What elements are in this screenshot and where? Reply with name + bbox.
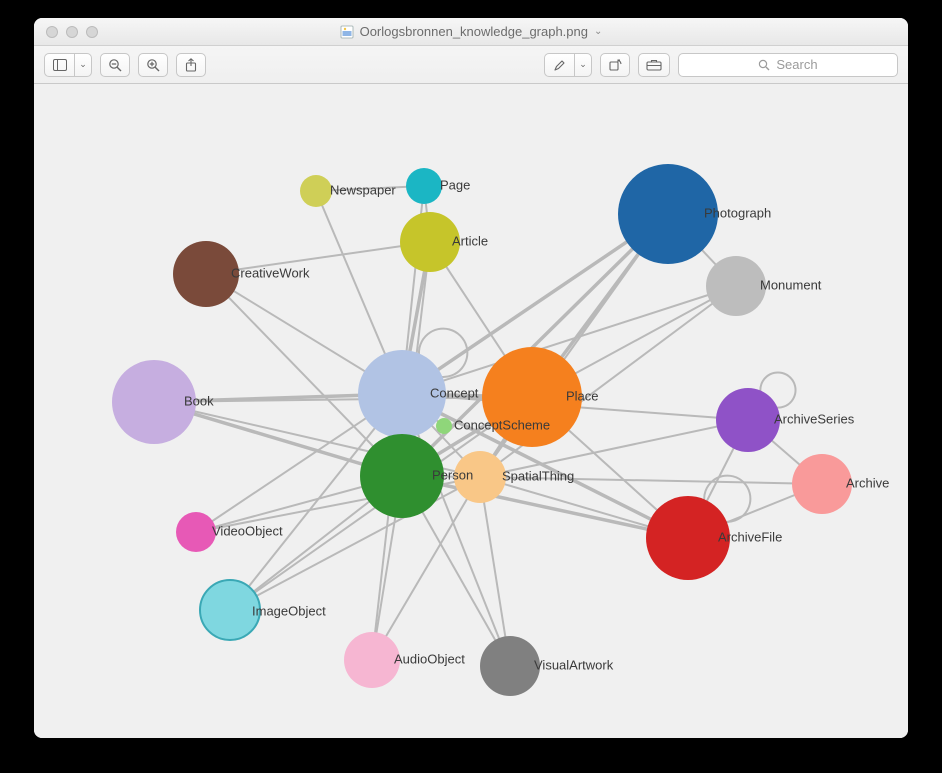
zoom-window-button[interactable] <box>86 26 98 38</box>
sidebar-icon <box>53 59 67 71</box>
graph-edge <box>402 476 688 538</box>
pencil-icon <box>553 58 567 72</box>
graph-label-concept: Concept <box>430 385 479 400</box>
window-title-area: Oorlogsbronnen_knowledge_graph.png ⌄ <box>34 24 908 39</box>
graph-label-conceptscheme: ConceptScheme <box>454 417 550 432</box>
share-button[interactable] <box>176 53 206 77</box>
toolbar: ⌄ <box>34 46 908 84</box>
file-icon <box>340 25 354 39</box>
search-placeholder: Search <box>776 57 817 72</box>
search-field[interactable]: Search <box>678 53 898 77</box>
graph-node-newspaper <box>300 175 332 207</box>
graph-node-videoobject <box>176 512 216 552</box>
graph-label-archiveseries: ArchiveSeries <box>774 411 855 426</box>
graph-label-book: Book <box>184 393 214 408</box>
titlebar: Oorlogsbronnen_knowledge_graph.png ⌄ <box>34 18 908 46</box>
graph-node-archiveseries <box>716 388 780 452</box>
graph-label-imageobject: ImageObject <box>252 603 326 618</box>
share-icon <box>185 58 197 72</box>
close-window-button[interactable] <box>46 26 58 38</box>
chevron-down-icon: ⌄ <box>579 59 587 70</box>
preview-window: Oorlogsbronnen_knowledge_graph.png ⌄ ⌄ <box>34 18 908 738</box>
graph-node-creativework <box>173 241 239 307</box>
graph-node-page <box>406 168 442 204</box>
zoom-in-button[interactable] <box>138 53 168 77</box>
chevron-down-icon: ⌄ <box>79 59 87 70</box>
search-icon <box>758 59 770 71</box>
graph-label-videoobject: VideoObject <box>212 523 283 538</box>
image-canvas[interactable]: Concept Place ConceptScheme SpatialThing Per… <box>34 84 908 738</box>
toolbox-button[interactable] <box>638 53 670 77</box>
graph-label-archivefile: ArchiveFile <box>718 529 782 544</box>
graph-node-article <box>400 212 460 272</box>
graph-label-visualartwork: VisualArtwork <box>534 657 614 672</box>
graph-node-monument <box>706 256 766 316</box>
toolbox-icon <box>646 59 662 71</box>
sidebar-toggle-group: ⌄ <box>44 53 92 77</box>
graph-node-conceptscheme <box>436 418 452 434</box>
graph-label-photograph: Photograph <box>704 205 771 220</box>
graph-label-place: Place <box>566 388 599 403</box>
graph-node-archive <box>792 454 852 514</box>
rotate-button[interactable] <box>600 53 630 77</box>
knowledge-graph: Concept Place ConceptScheme SpatialThing Per… <box>34 84 908 738</box>
zoom-out-button[interactable] <box>100 53 130 77</box>
markup-button[interactable] <box>544 53 574 77</box>
edit-group: ⌄ <box>544 53 592 77</box>
graph-node-imageobject <box>200 580 260 640</box>
graph-label-article: Article <box>452 233 488 248</box>
graph-label-archive: Archive <box>846 475 889 490</box>
graph-label-person: Person <box>432 467 473 482</box>
graph-node-visualartwork <box>480 636 540 696</box>
window-title: Oorlogsbronnen_knowledge_graph.png <box>360 24 588 39</box>
graph-label-monument: Monument <box>760 277 822 292</box>
graph-node-audioobject <box>344 632 400 688</box>
sidebar-dropdown-button[interactable]: ⌄ <box>74 53 92 77</box>
traffic-lights <box>34 26 98 38</box>
graph-label-creativework: CreativeWork <box>231 265 310 280</box>
title-dropdown-icon[interactable]: ⌄ <box>594 26 602 37</box>
graph-node-photograph <box>618 164 718 264</box>
graph-label-page: Page <box>440 177 470 192</box>
graph-label-audioobject: AudioObject <box>394 651 465 666</box>
zoom-in-icon <box>146 58 160 72</box>
markup-dropdown-button[interactable]: ⌄ <box>574 53 592 77</box>
rotate-icon <box>608 58 622 72</box>
graph-label-newspaper: Newspaper <box>330 182 396 197</box>
zoom-out-icon <box>108 58 122 72</box>
sidebar-toggle-button[interactable] <box>44 53 74 77</box>
graph-label-spatialthing: SpatialThing <box>502 468 574 483</box>
minimize-window-button[interactable] <box>66 26 78 38</box>
